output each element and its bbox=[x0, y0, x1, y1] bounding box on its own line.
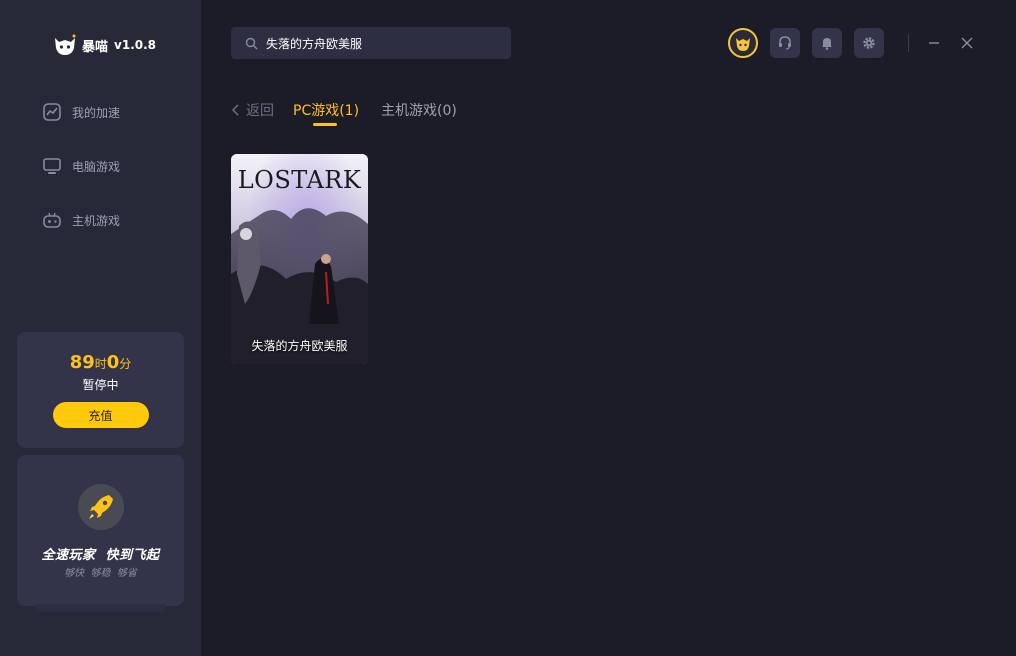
back-button[interactable]: 返回 bbox=[231, 100, 274, 120]
remaining-time-card: 89时0分 暂停中 充值 bbox=[17, 332, 184, 448]
minimize-button[interactable] bbox=[924, 33, 944, 53]
tab-console-games[interactable]: 主机游戏(0) bbox=[381, 100, 457, 120]
sidebar: 暴喵 v1.0.8 我的加速 电脑游戏 主机游戏 89时0分 暂停中 充值 全速… bbox=[0, 0, 201, 656]
app-logo: 暴喵 v1.0.8 bbox=[52, 30, 156, 60]
sidebar-item-console-games[interactable]: 主机游戏 bbox=[42, 209, 120, 231]
game-title: 失落的方舟欧美服 bbox=[251, 339, 348, 353]
sidebar-item-label: 电脑游戏 bbox=[72, 159, 121, 174]
search-input[interactable] bbox=[266, 36, 496, 50]
gamepad-icon bbox=[43, 212, 61, 228]
sidebar-item-label: 我的加速 bbox=[72, 105, 121, 120]
sidebar-item-my-boost[interactable]: 我的加速 bbox=[42, 101, 120, 123]
minimize-icon bbox=[929, 42, 939, 44]
sidebar-item-pc-games[interactable]: 电脑游戏 bbox=[42, 155, 120, 177]
tab-pc-games[interactable]: PC游戏(1) bbox=[293, 100, 359, 120]
avatar-icon bbox=[736, 38, 750, 51]
cat-logo-icon bbox=[55, 34, 76, 55]
app-name: 暴喵 bbox=[82, 39, 109, 55]
pause-status: 暂停中 bbox=[82, 378, 119, 392]
game-logo-text: LOSTARK bbox=[238, 166, 362, 194]
rocket-icon bbox=[78, 484, 124, 530]
game-card[interactable]: LOSTARK 失落的方舟欧美服 bbox=[231, 154, 368, 364]
chevron-left-icon bbox=[231, 104, 239, 116]
search-box[interactable] bbox=[231, 27, 511, 59]
monitor-icon bbox=[43, 158, 61, 174]
remaining-time: 89时0分 bbox=[69, 352, 132, 373]
recharge-button[interactable]: 充值 bbox=[52, 402, 149, 428]
app-version: v1.0.8 bbox=[114, 38, 157, 52]
speed-chart-icon bbox=[43, 103, 61, 121]
gear-icon bbox=[863, 37, 875, 49]
bell-icon bbox=[822, 38, 832, 50]
notifications-button[interactable] bbox=[812, 28, 842, 58]
support-button[interactable] bbox=[770, 28, 800, 58]
active-tab-indicator bbox=[313, 123, 337, 126]
promo-card-shadow bbox=[35, 604, 166, 612]
back-label: 返回 bbox=[246, 103, 274, 119]
settings-button[interactable] bbox=[854, 28, 884, 58]
game-cover-art: LOSTARK bbox=[231, 154, 368, 364]
user-avatar[interactable] bbox=[728, 28, 758, 58]
close-icon bbox=[961, 37, 973, 49]
search-icon bbox=[245, 37, 258, 49]
sidebar-item-label: 主机游戏 bbox=[72, 213, 121, 228]
header-divider bbox=[908, 34, 909, 52]
promo-card[interactable]: 全速玩家 快到飞起 够快 够稳 够省 bbox=[17, 455, 184, 606]
close-button[interactable] bbox=[957, 33, 977, 53]
headset-icon bbox=[779, 36, 791, 50]
promo-title: 全速玩家 快到飞起 bbox=[41, 548, 160, 563]
promo-subtitle: 够快 够稳 够省 bbox=[64, 568, 137, 579]
